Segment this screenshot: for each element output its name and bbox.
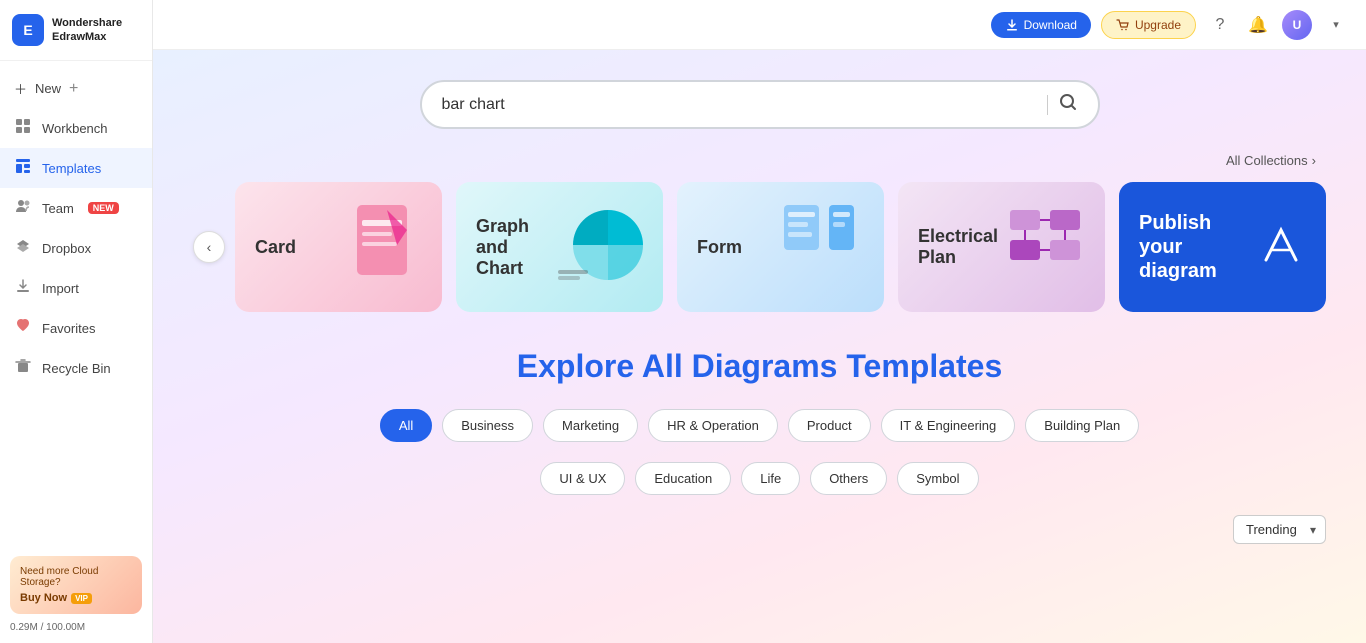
carousel-card-card[interactable]: Card xyxy=(235,182,442,312)
carousel-card-form[interactable]: Form xyxy=(677,182,884,312)
category-pills: All Business Marketing HR & Operation Pr… xyxy=(193,409,1326,442)
sidebar-bottom: Need more Cloud Storage? Buy Now VIP 0.2… xyxy=(0,546,152,643)
import-label: Import xyxy=(42,281,79,296)
category-pill-life[interactable]: Life xyxy=(741,462,800,495)
sidebar-item-favorites[interactable]: Favorites xyxy=(0,308,152,348)
workbench-label: Workbench xyxy=(42,121,108,136)
sidebar-navigation: ＋ New + Workbench xyxy=(0,61,152,546)
logo-text: Wondershare EdrawMax xyxy=(52,16,122,45)
category-pills-row2: UI & UX Education Life Others Symbol xyxy=(193,462,1326,495)
explore-plain-text: Explore xyxy=(517,348,642,384)
storage-usage-label: 0.29M / 100.00M xyxy=(10,622,142,633)
carousel-card-publish[interactable]: Publish your diagram xyxy=(1119,182,1326,312)
vip-badge: VIP xyxy=(71,593,92,604)
sidebar-item-templates[interactable]: Templates xyxy=(0,148,152,188)
new-icon: ＋ xyxy=(14,79,27,98)
upgrade-button[interactable]: Upgrade xyxy=(1101,11,1196,39)
dropbox-label: Dropbox xyxy=(42,241,91,256)
search-container xyxy=(193,80,1326,129)
card-electrical-image xyxy=(1005,205,1085,290)
category-pill-all[interactable]: All xyxy=(380,409,432,442)
carousel-card-label-publish: Publish your diagram xyxy=(1139,211,1256,283)
category-pill-building-plan[interactable]: Building Plan xyxy=(1025,409,1139,442)
card-publish-image xyxy=(1256,220,1306,275)
all-collections-label: All Collections xyxy=(1226,153,1308,168)
recycle-bin-label: Recycle Bin xyxy=(42,361,111,376)
carousel-container: ‹ Card xyxy=(193,182,1326,312)
category-pill-hr-operation[interactable]: HR & Operation xyxy=(648,409,778,442)
chevron-down-icon[interactable]: ▾ xyxy=(1322,11,1350,39)
category-pill-education[interactable]: Education xyxy=(635,462,731,495)
carousel-card-label-graph: Graph and Chart xyxy=(476,216,553,279)
buy-now-label: Buy Now xyxy=(20,592,67,604)
search-divider xyxy=(1047,95,1048,115)
sidebar: E Wondershare EdrawMax ＋ New + Workbench xyxy=(0,0,153,643)
carousel-card-label-form: Form xyxy=(697,237,742,258)
team-new-badge: NEW xyxy=(88,202,119,214)
cloud-storage-box[interactable]: Need more Cloud Storage? Buy Now VIP xyxy=(10,556,142,614)
search-input[interactable] xyxy=(442,96,1037,114)
download-label: Download xyxy=(1024,18,1077,32)
search-bar xyxy=(420,80,1100,129)
logo-icon: E xyxy=(12,14,44,46)
search-icon xyxy=(1058,92,1078,112)
explore-title: Explore All Diagrams Templates xyxy=(193,348,1326,385)
sidebar-item-workbench[interactable]: Workbench xyxy=(0,108,152,148)
app-logo: E Wondershare EdrawMax xyxy=(0,0,152,61)
all-collections-link[interactable]: All Collections › xyxy=(1226,153,1316,168)
upgrade-cart-icon xyxy=(1116,18,1130,32)
category-pill-symbol[interactable]: Symbol xyxy=(897,462,978,495)
help-icon[interactable]: ? xyxy=(1206,11,1234,39)
upgrade-label: Upgrade xyxy=(1135,18,1181,32)
page-content: All Collections › ‹ Card xyxy=(153,50,1366,643)
team-icon xyxy=(14,198,32,218)
card-graph-image xyxy=(553,200,643,295)
team-label: Team xyxy=(42,201,74,216)
user-avatar[interactable]: U xyxy=(1282,10,1312,40)
card-card-image xyxy=(342,200,422,295)
search-button[interactable] xyxy=(1058,92,1078,117)
favorites-label: Favorites xyxy=(42,321,95,336)
category-pill-it-engineering[interactable]: IT & Engineering xyxy=(881,409,1016,442)
sidebar-item-new[interactable]: ＋ New + xyxy=(0,69,152,108)
category-pill-business[interactable]: Business xyxy=(442,409,533,442)
carousel-card-graph-chart[interactable]: Graph and Chart xyxy=(456,182,663,312)
card-form-image xyxy=(774,200,864,295)
templates-label: Templates xyxy=(42,161,101,176)
sidebar-item-label-new: New xyxy=(35,81,61,96)
explore-highlight-text: All Diagrams Templates xyxy=(642,348,1002,384)
cloud-storage-title: Need more Cloud Storage? xyxy=(20,566,132,588)
import-icon xyxy=(14,278,32,298)
carousel-card-label-electrical: Electrical Plan xyxy=(918,226,1005,268)
carousel-card-electrical-plan[interactable]: Electrical Plan xyxy=(898,182,1105,312)
trending-select[interactable]: Trending Newest Popular xyxy=(1233,515,1326,544)
add-icon: + xyxy=(69,80,78,98)
trending-row: Trending Newest Popular xyxy=(193,515,1326,544)
carousel-card-label-card: Card xyxy=(255,237,296,258)
workbench-icon xyxy=(14,118,32,138)
carousel-items: Card Graph and Chart xyxy=(235,182,1326,312)
sidebar-item-dropbox[interactable]: Dropbox xyxy=(0,228,152,268)
sidebar-item-recycle-bin[interactable]: Recycle Bin xyxy=(0,348,152,388)
carousel-prev-button[interactable]: ‹ xyxy=(193,231,225,263)
favorites-icon xyxy=(14,318,32,338)
recycle-bin-icon xyxy=(14,358,32,378)
dropbox-icon xyxy=(14,238,32,258)
category-pill-others[interactable]: Others xyxy=(810,462,887,495)
category-pill-marketing[interactable]: Marketing xyxy=(543,409,638,442)
trending-wrapper: Trending Newest Popular xyxy=(1233,515,1326,544)
sidebar-item-import[interactable]: Import xyxy=(0,268,152,308)
sidebar-item-team[interactable]: Team NEW xyxy=(0,188,152,228)
notification-icon[interactable]: 🔔 xyxy=(1244,11,1272,39)
templates-icon xyxy=(14,158,32,178)
category-pill-ui-ux[interactable]: UI & UX xyxy=(540,462,625,495)
main-content: Download Upgrade ? 🔔 U ▾ xyxy=(153,0,1366,643)
collections-header: All Collections › xyxy=(193,153,1326,168)
top-navigation: Download Upgrade ? 🔔 U ▾ xyxy=(153,0,1366,50)
category-pill-product[interactable]: Product xyxy=(788,409,871,442)
chevron-right-icon: › xyxy=(1312,153,1316,168)
download-button[interactable]: Download xyxy=(991,12,1091,38)
download-icon xyxy=(1005,18,1019,32)
